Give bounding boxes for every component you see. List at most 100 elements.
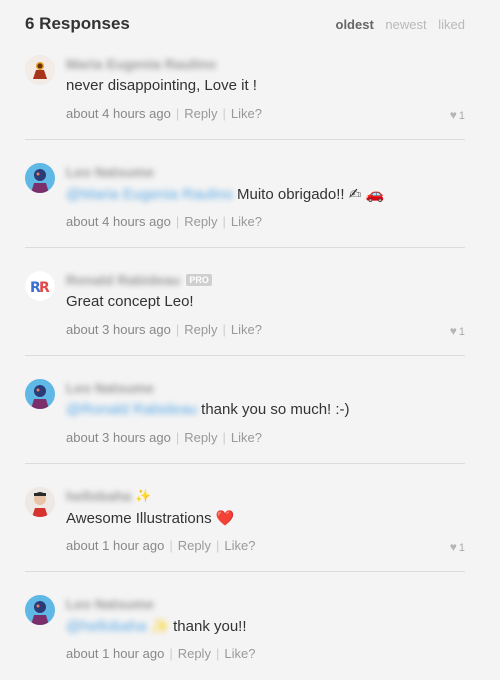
comment-text: Muito obrigado!! ✍ 🚗 [237, 186, 385, 203]
comment-text: Awesome Illustrations ❤️ [66, 510, 235, 527]
comment-text: thank you so much! :-) [201, 401, 350, 418]
heart-icon: ♥ [449, 108, 457, 122]
comment-body: @Ronald Rabideau thank you so much! :-) [66, 401, 350, 418]
sort-liked[interactable]: liked [438, 17, 465, 32]
comment-item: Leo Natsume @Maria Eugenia Raulino Muito … [25, 163, 465, 271]
comment-author[interactable]: Leo Natsume [66, 595, 154, 613]
avatar[interactable] [25, 163, 55, 193]
sort-newest[interactable]: newest [385, 17, 426, 32]
comment-time[interactable]: about 3 hours ago [66, 322, 171, 337]
comment-time[interactable]: about 4 hours ago [66, 106, 171, 121]
divider [25, 463, 465, 464]
author-name[interactable]: Leo Natsume [66, 164, 154, 180]
like-link[interactable]: Like? [231, 430, 262, 445]
author-name[interactable]: Ronald Rabideau [66, 272, 180, 288]
comment-author[interactable]: Ronald Rabideau PRO [66, 271, 212, 289]
comment-time[interactable]: about 4 hours ago [66, 214, 171, 229]
author-name[interactable]: Leo Natsume [66, 596, 154, 612]
divider [25, 247, 465, 248]
comment-body: Awesome Illustrations ❤️ [66, 509, 234, 527]
avatar[interactable]: R R [25, 271, 55, 301]
comment-body: @hellobaha ✨ thank you!! [66, 617, 247, 635]
avatar-image: R R [25, 271, 55, 301]
comment-body: @Maria Eugenia Raulino Muito obrigado!! ✍… [66, 185, 384, 203]
separator: | [215, 538, 220, 553]
avatar-image [25, 595, 55, 625]
separator: | [175, 430, 180, 445]
svg-text:R: R [39, 280, 50, 296]
comment-item: Maria Eugenia Raulino never disappointin… [25, 55, 465, 163]
comment-item: R R Ronald Rabideau PRO Great concept Leo… [25, 271, 465, 379]
comment-body: Great concept Leo! [66, 293, 194, 310]
comment-text: never disappointing, Love it ! [66, 77, 257, 94]
separator: | [169, 646, 173, 661]
comment-author[interactable]: Leo Natsume [66, 163, 154, 181]
avatar-image [25, 55, 55, 85]
like-link[interactable]: Like? [224, 538, 255, 553]
comment-item: Leo Natsume @hellobaha ✨ thank you!! abou… [25, 595, 465, 680]
sort-oldest[interactable]: oldest [336, 17, 374, 32]
like-count[interactable]: ♥ 1 [450, 324, 465, 338]
like-count-value: 1 [458, 326, 465, 338]
like-link[interactable]: Like? [231, 106, 262, 121]
avatar-image [25, 163, 55, 193]
mention-link[interactable]: @Ronald Rabideau [66, 401, 197, 418]
comment-meta: about 4 hours ago | Reply | Like? [66, 214, 262, 229]
avatar[interactable] [25, 379, 55, 409]
avatar[interactable] [25, 487, 55, 517]
separator: | [169, 538, 173, 553]
comment-item: hellobaha ✨ Awesome Illustrations ❤️ abou… [25, 487, 465, 595]
heart-icon: ♥ [449, 540, 457, 554]
comment-author[interactable]: Maria Eugenia Raulino [66, 55, 216, 73]
like-link[interactable]: Like? [224, 646, 255, 661]
comment-author[interactable]: hellobaha ✨ [66, 487, 152, 505]
separator: | [215, 646, 220, 661]
pro-badge: PRO [186, 273, 212, 286]
reply-link[interactable]: Reply [178, 538, 211, 553]
separator: | [222, 322, 226, 337]
like-count[interactable]: ♥ 1 [450, 108, 465, 122]
separator: | [175, 214, 180, 229]
divider [25, 139, 465, 140]
avatar[interactable] [25, 595, 55, 625]
author-name[interactable]: Maria Eugenia Raulino [66, 56, 216, 72]
separator: | [175, 322, 180, 337]
comment-meta: about 4 hours ago | Reply | Like? [66, 106, 262, 121]
avatar[interactable] [25, 55, 55, 85]
comment-meta: about 1 hour ago | Reply | Like? [66, 646, 255, 661]
comment-text: Great concept Leo! [66, 293, 194, 310]
separator: | [222, 106, 226, 121]
mention-link[interactable]: @Maria Eugenia Raulino [66, 186, 233, 203]
reply-link[interactable]: Reply [184, 430, 217, 445]
separator: | [222, 214, 226, 229]
sort-options: oldest newest liked [328, 17, 466, 32]
like-count-value: 1 [458, 110, 465, 122]
author-name[interactable]: hellobaha [66, 488, 131, 504]
like-count[interactable]: ♥ 1 [450, 540, 465, 554]
mention-link[interactable]: @hellobaha ✨ [66, 617, 169, 635]
reply-link[interactable]: Reply [178, 646, 211, 661]
separator: | [175, 106, 180, 121]
like-count-value: 1 [458, 542, 465, 554]
sparkle-icon: ✨ [135, 487, 152, 503]
comment-body: never disappointing, Love it ! [66, 77, 257, 94]
divider [25, 355, 465, 356]
avatar-image [25, 487, 55, 517]
reply-link[interactable]: Reply [184, 214, 217, 229]
comment-meta: about 3 hours ago | Reply | Like? [66, 322, 262, 337]
like-link[interactable]: Like? [231, 322, 262, 337]
heart-icon: ♥ [449, 324, 457, 338]
comment-time[interactable]: about 1 hour ago [66, 646, 164, 661]
divider [25, 571, 465, 572]
responses-title: 6 Responses [25, 14, 130, 33]
comment-item: Leo Natsume @Ronald Rabideau thank you so… [25, 379, 465, 487]
comment-meta: about 3 hours ago | Reply | Like? [66, 430, 262, 445]
comment-time[interactable]: about 1 hour ago [66, 538, 164, 553]
comment-time[interactable]: about 3 hours ago [66, 430, 171, 445]
avatar-image [25, 379, 55, 409]
reply-link[interactable]: Reply [184, 322, 217, 337]
author-name[interactable]: Leo Natsume [66, 380, 154, 396]
comment-author[interactable]: Leo Natsume [66, 379, 154, 397]
like-link[interactable]: Like? [231, 214, 262, 229]
reply-link[interactable]: Reply [184, 106, 217, 121]
